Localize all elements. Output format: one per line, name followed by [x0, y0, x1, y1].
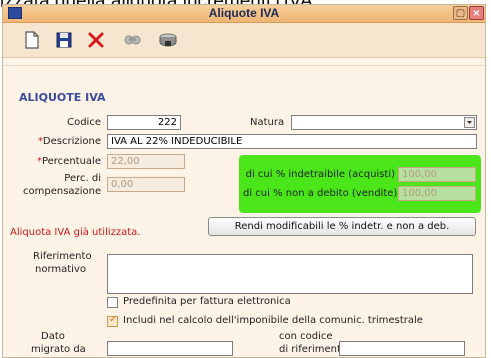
close-window-button[interactable]: ×: [469, 6, 484, 20]
perc-compensazione-input[interactable]: 0,00: [107, 177, 185, 192]
non-a-debito-input[interactable]: 100,00: [398, 186, 476, 201]
toolbar-divider: [3, 65, 485, 66]
dato-migrato-label-1: Dato: [41, 331, 65, 342]
includi-label: Includi nel calcolo dell'imponibile dell…: [123, 315, 423, 326]
highlight-marker: [239, 155, 481, 213]
codice-input[interactable]: 222: [107, 115, 181, 130]
descrizione-label: *Descrizione: [23, 136, 101, 147]
includi-checkbox[interactable]: [107, 314, 118, 327]
new-document-icon[interactable]: [21, 29, 43, 51]
predefinita-label: Predefinita per fattura elettronica: [123, 296, 291, 307]
window-title: Aliquote IVA: [208, 6, 280, 20]
natura-select[interactable]: [291, 115, 477, 130]
chevron-down-icon[interactable]: [464, 117, 475, 128]
perc-compensazione-label-2: compensazione: [23, 186, 102, 197]
rendi-modificabili-button[interactable]: Rendi modificabili le % indetr. e non a …: [208, 217, 476, 236]
riferimento-normativo-textarea[interactable]: [107, 254, 473, 294]
descrizione-input[interactable]: IVA AL 22% INDEDUCIBILE: [107, 134, 477, 149]
codice-riferimento-input[interactable]: [339, 341, 465, 356]
codice-riferimento-label-2: di riferimento: [279, 344, 348, 355]
riferimento-label-2: normativo: [35, 264, 86, 275]
percentuale-label-text: Percentuale: [41, 156, 101, 167]
search-icon[interactable]: [121, 29, 143, 51]
codice-label: Codice: [67, 117, 101, 128]
toolbar: [3, 23, 485, 58]
dato-migrato-label-2: migrato da: [31, 344, 86, 355]
print-icon[interactable]: [157, 29, 179, 51]
dato-migrato-input[interactable]: [107, 341, 233, 356]
indetraibile-input[interactable]: 100,00: [398, 167, 476, 182]
restore-button[interactable]: ▢: [453, 6, 468, 20]
title-bar: Aliquote IVA ▢ ×: [3, 5, 485, 23]
percentuale-input[interactable]: 22,00: [107, 154, 185, 169]
riferimento-label-1: Riferimento: [33, 251, 92, 262]
codice-riferimento-label-1: con codice: [279, 331, 333, 342]
natura-label: Natura: [250, 117, 285, 128]
predefinita-checkbox[interactable]: [107, 297, 118, 308]
non-a-debito-label: di cui % non a debito (vendite): [243, 188, 398, 199]
indetraibile-label: di cui % indetraibile (acquisti): [245, 169, 395, 180]
section-title: ALIQUOTE IVA: [19, 91, 106, 104]
perc-compensazione-label-1: Perc. di: [64, 173, 101, 184]
already-used-message: Aliquota IVA già utilizzata.: [10, 227, 141, 238]
delete-icon[interactable]: [85, 29, 107, 51]
aliquote-iva-window: Aliquote IVA ▢ × ALIQUOTE IVA Codice 222…: [2, 4, 486, 358]
save-icon[interactable]: [53, 29, 75, 51]
percentuale-label: *Percentuale: [23, 156, 101, 167]
descrizione-label-text: Descrizione: [42, 136, 101, 147]
